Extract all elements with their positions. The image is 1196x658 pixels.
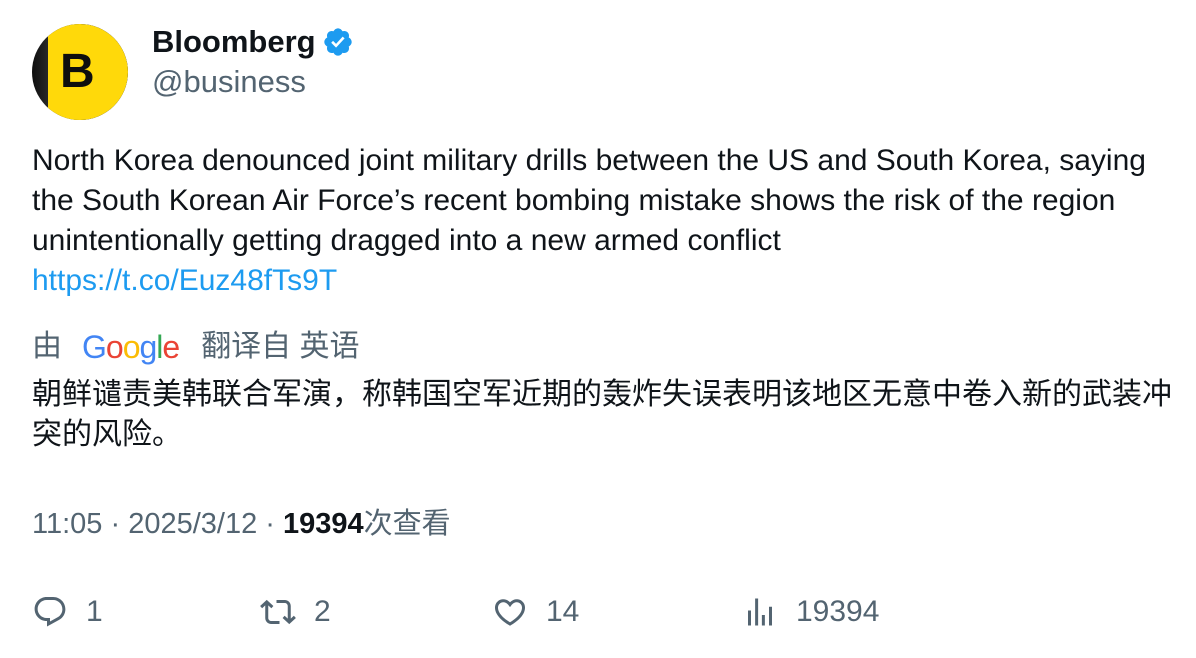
- translated-text: 朝鲜谴责美韩联合军演，称韩国空军近期的轰炸失误表明该地区无意中卷入新的武装冲突的…: [32, 378, 1172, 451]
- meta-separator: ·: [102, 508, 129, 540]
- views-icon: [748, 598, 772, 626]
- like-icon: [494, 599, 526, 626]
- like-button[interactable]: 14: [492, 590, 579, 634]
- google-logo: Google: [82, 329, 180, 365]
- avatar-letter: B: [60, 45, 95, 98]
- tweet-link[interactable]: https://t.co/Euz48fTs9T: [32, 261, 1162, 301]
- retweet-icon: [260, 599, 296, 625]
- tweet-date[interactable]: 2025/3/12: [128, 508, 257, 540]
- author-display-name[interactable]: Bloomberg: [152, 22, 316, 62]
- tweet-time[interactable]: 11:05: [32, 508, 102, 540]
- reply-button[interactable]: 1: [32, 590, 103, 634]
- reply-count: 1: [86, 595, 103, 628]
- author-name-row: Bloomberg: [152, 22, 354, 62]
- tweet-actions: 1 2 14 19394: [32, 590, 1172, 634]
- tweet-meta: 11:05 · 2025/3/12 · 19394次查看: [32, 504, 451, 544]
- views-count: 19394: [283, 508, 364, 540]
- views-button[interactable]: 19394: [742, 590, 879, 634]
- retweet-count: 2: [314, 595, 331, 628]
- verified-badge-icon[interactable]: [322, 26, 354, 58]
- meta-separator: ·: [257, 508, 283, 540]
- like-count: 14: [546, 595, 580, 628]
- translated-by-label: 由: [32, 330, 62, 363]
- reply-icon: [34, 597, 66, 627]
- author-handle[interactable]: @business: [152, 62, 306, 102]
- translated-from-label[interactable]: 翻译自 英语: [201, 327, 359, 367]
- views-label: 次查看: [363, 508, 451, 540]
- views-action-count: 19394: [796, 595, 880, 628]
- tweet-text: North Korea denounced joint military dri…: [32, 144, 1146, 257]
- translation-attribution: 由 Google 翻译自 英语: [32, 327, 360, 367]
- avatar[interactable]: B: [32, 24, 128, 120]
- tweet-body: North Korea denounced joint military dri…: [32, 141, 1162, 301]
- retweet-button[interactable]: 2: [260, 590, 331, 634]
